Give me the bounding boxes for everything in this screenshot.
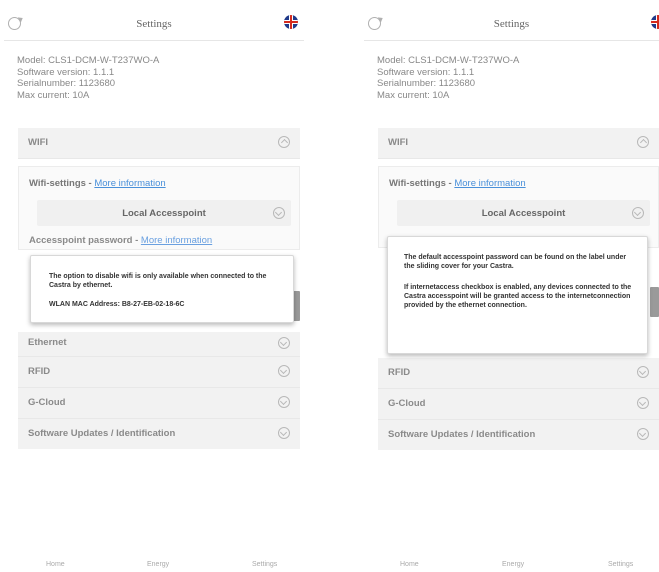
wifi-mode-value: Local Accesspoint xyxy=(481,208,566,219)
section-label: G-Cloud xyxy=(388,398,426,409)
top-bar: Settings xyxy=(4,10,304,41)
section-label: Software Updates / Identification xyxy=(388,429,536,440)
section-list: Ethernet RFID G-Cloud Software Updates /… xyxy=(18,332,300,449)
accesspoint-password-label: Accesspoint password - More information xyxy=(29,235,212,246)
chevron-down-icon[interactable] xyxy=(632,207,644,219)
page-title: Settings xyxy=(136,18,172,30)
wifi-mode-value: Local Accesspoint xyxy=(122,208,206,219)
mac-address-text: WLAN MAC Address: B8-27-EB-02-18-6C xyxy=(49,301,185,308)
chevron-down-icon[interactable] xyxy=(637,366,649,378)
wifi-settings-text: Wifi-settings - xyxy=(389,178,455,189)
chevron-up-icon[interactable] xyxy=(278,136,290,148)
section-rfid[interactable]: RFID xyxy=(18,357,300,388)
uk-flag-icon[interactable] xyxy=(651,15,659,29)
wifi-more-info-link[interactable]: More information xyxy=(454,178,525,189)
software-version-text: Software version: 1.1.1 xyxy=(377,66,475,78)
section-g-cloud[interactable]: G-Cloud xyxy=(18,388,300,419)
wifi-settings-text: Wifi-settings - xyxy=(29,178,95,189)
device-info: Model: CLS1-DCM-W-T237WO-A Software vers… xyxy=(17,55,159,101)
section-label: Ethernet xyxy=(28,337,67,348)
section-label: RFID xyxy=(388,367,411,378)
popup-text-internet: If internetaccess checkbox is enabled, a… xyxy=(404,284,632,309)
wifi-label: WIFI xyxy=(388,137,409,148)
info-popup: The option to disable wifi is only avail… xyxy=(30,255,294,323)
wifi-section-header[interactable]: WIFI xyxy=(378,128,659,159)
chevron-down-icon[interactable] xyxy=(273,207,285,219)
accesspoint-password-text: Accesspoint password - xyxy=(29,235,141,246)
nav-settings[interactable]: Settings xyxy=(252,561,277,568)
wifi-section-header[interactable]: WIFI xyxy=(18,128,300,159)
nav-home[interactable]: Home xyxy=(400,561,419,568)
model-text: Model: CLS1-DCM-W-T237WO-A xyxy=(377,55,520,66)
section-g-cloud[interactable]: G-Cloud xyxy=(378,389,659,420)
wifi-more-info-link[interactable]: More information xyxy=(94,178,165,189)
chevron-up-icon[interactable] xyxy=(637,136,649,148)
nav-energy[interactable]: Energy xyxy=(502,561,524,568)
chevron-down-icon[interactable] xyxy=(637,397,649,409)
top-bar: Settings xyxy=(364,10,659,41)
section-ethernet[interactable]: Ethernet xyxy=(18,332,300,357)
password-more-info-link[interactable]: More information xyxy=(141,235,212,246)
settings-screen-left: Settings Model: CLS1-DCM-W-T237WO-A Soft… xyxy=(4,0,304,572)
serial-number-text: Serialnumber: 1123680 xyxy=(377,78,476,89)
device-info: Model: CLS1-DCM-W-T237WO-A Software vers… xyxy=(377,55,519,101)
section-label: Software Updates / Identification xyxy=(28,428,176,439)
max-current-text: Max current: 10A xyxy=(377,89,450,101)
uk-flag-icon[interactable] xyxy=(284,15,298,29)
chevron-down-icon[interactable] xyxy=(278,365,290,377)
max-current-text: Max current: 10A xyxy=(17,89,90,101)
serial-number-text: Serialnumber: 1123680 xyxy=(17,78,116,89)
software-version-text: Software version: 1.1.1 xyxy=(17,66,115,78)
wifi-settings-label: Wifi-settings - More information xyxy=(29,178,166,189)
model-text: Model: CLS1-DCM-W-T237WO-A xyxy=(17,55,160,66)
wifi-label: WIFI xyxy=(28,137,49,148)
side-tab xyxy=(650,287,659,317)
chevron-down-icon[interactable] xyxy=(637,428,649,440)
nav-energy[interactable]: Energy xyxy=(147,561,169,568)
section-software-updates[interactable]: Software Updates / Identification xyxy=(18,419,300,449)
section-rfid[interactable]: RFID xyxy=(378,358,659,389)
settings-screen-right: Settings Model: CLS1-DCM-W-T237WO-A Soft… xyxy=(364,0,659,572)
chevron-down-icon[interactable] xyxy=(278,427,290,439)
section-software-updates[interactable]: Software Updates / Identification xyxy=(378,420,659,450)
chevron-down-icon[interactable] xyxy=(278,337,290,349)
section-label: G-Cloud xyxy=(28,397,66,408)
popup-text: The option to disable wifi is only avail… xyxy=(49,273,267,289)
info-popup: The default accesspoint password can be … xyxy=(387,236,648,354)
section-label: RFID xyxy=(28,366,51,377)
wifi-settings-label: Wifi-settings - More information xyxy=(389,178,526,189)
section-list: RFID G-Cloud Software Updates / Identifi… xyxy=(378,358,659,450)
nav-home[interactable]: Home xyxy=(46,561,65,568)
wifi-mode-dropdown[interactable]: Local Accesspoint xyxy=(397,200,650,226)
bottom-nav: Home Energy Settings xyxy=(4,556,304,572)
wifi-section-body: Wifi-settings - More information Local A… xyxy=(18,166,300,250)
wifi-mode-dropdown[interactable]: Local Accesspoint xyxy=(37,200,291,226)
popup-text: The default accesspoint password can be … xyxy=(404,254,627,270)
bottom-nav: Home Energy Settings xyxy=(364,556,659,572)
page-title: Settings xyxy=(493,18,530,30)
nav-settings[interactable]: Settings xyxy=(608,561,633,568)
chevron-down-icon[interactable] xyxy=(278,396,290,408)
